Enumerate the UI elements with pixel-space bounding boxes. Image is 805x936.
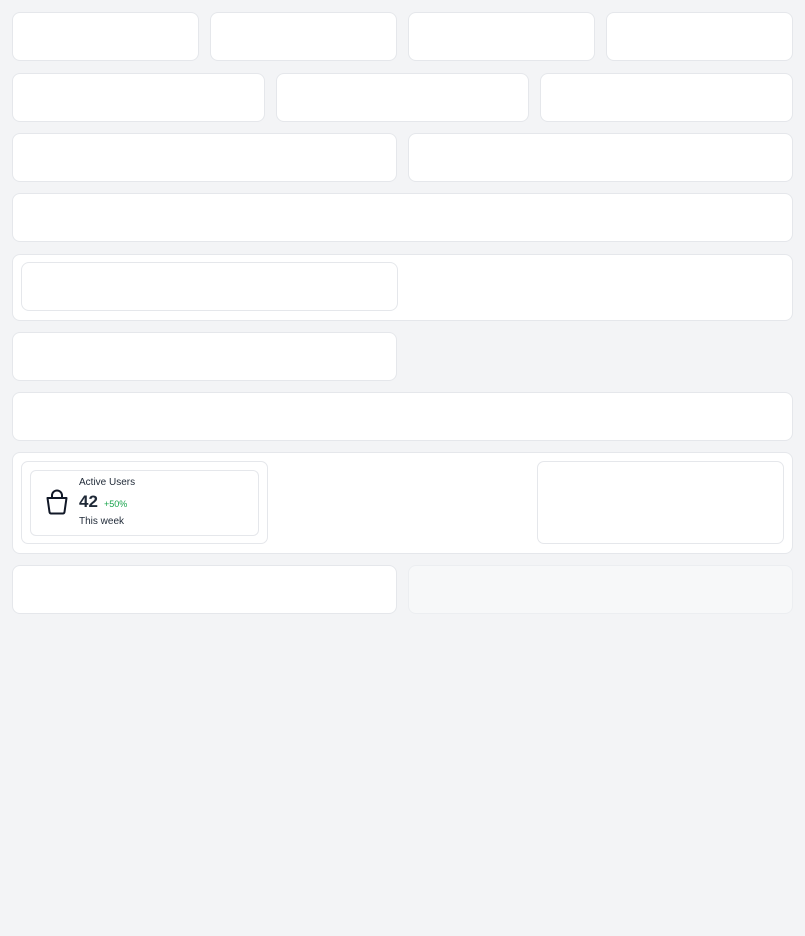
placeholder-inner-card-r5 bbox=[21, 262, 398, 311]
stat-label: Active Users bbox=[79, 477, 136, 488]
placeholder-card-r3-2 bbox=[408, 133, 793, 182]
placeholder-container-r5 bbox=[12, 254, 793, 321]
stat-period: This week bbox=[79, 516, 125, 527]
placeholder-card-r9-1 bbox=[12, 565, 397, 614]
placeholder-card-r1-2 bbox=[210, 12, 397, 61]
stat-change-badge: +50% bbox=[104, 499, 128, 509]
placeholder-card-r1-3 bbox=[408, 12, 595, 61]
stat-value: 42 bbox=[79, 492, 98, 511]
shopping-bag-icon bbox=[46, 489, 68, 515]
stat-card-active-users[interactable]: Active Users 42 +50% This week bbox=[30, 470, 259, 536]
placeholder-card-r2-1 bbox=[12, 73, 265, 122]
placeholder-card-r2-3 bbox=[540, 73, 793, 122]
placeholder-card-r6 bbox=[12, 332, 397, 381]
placeholder-card-r1-1 bbox=[12, 12, 199, 61]
placeholder-card-r7 bbox=[12, 392, 793, 441]
placeholder-card-r4 bbox=[12, 193, 793, 242]
placeholder-card-r1-4 bbox=[606, 12, 793, 61]
placeholder-card-r3-1 bbox=[12, 133, 397, 182]
placeholder-card-r2-2 bbox=[276, 73, 529, 122]
placeholder-card-r9-2 bbox=[408, 565, 793, 614]
placeholder-card-r8-right bbox=[537, 461, 784, 544]
